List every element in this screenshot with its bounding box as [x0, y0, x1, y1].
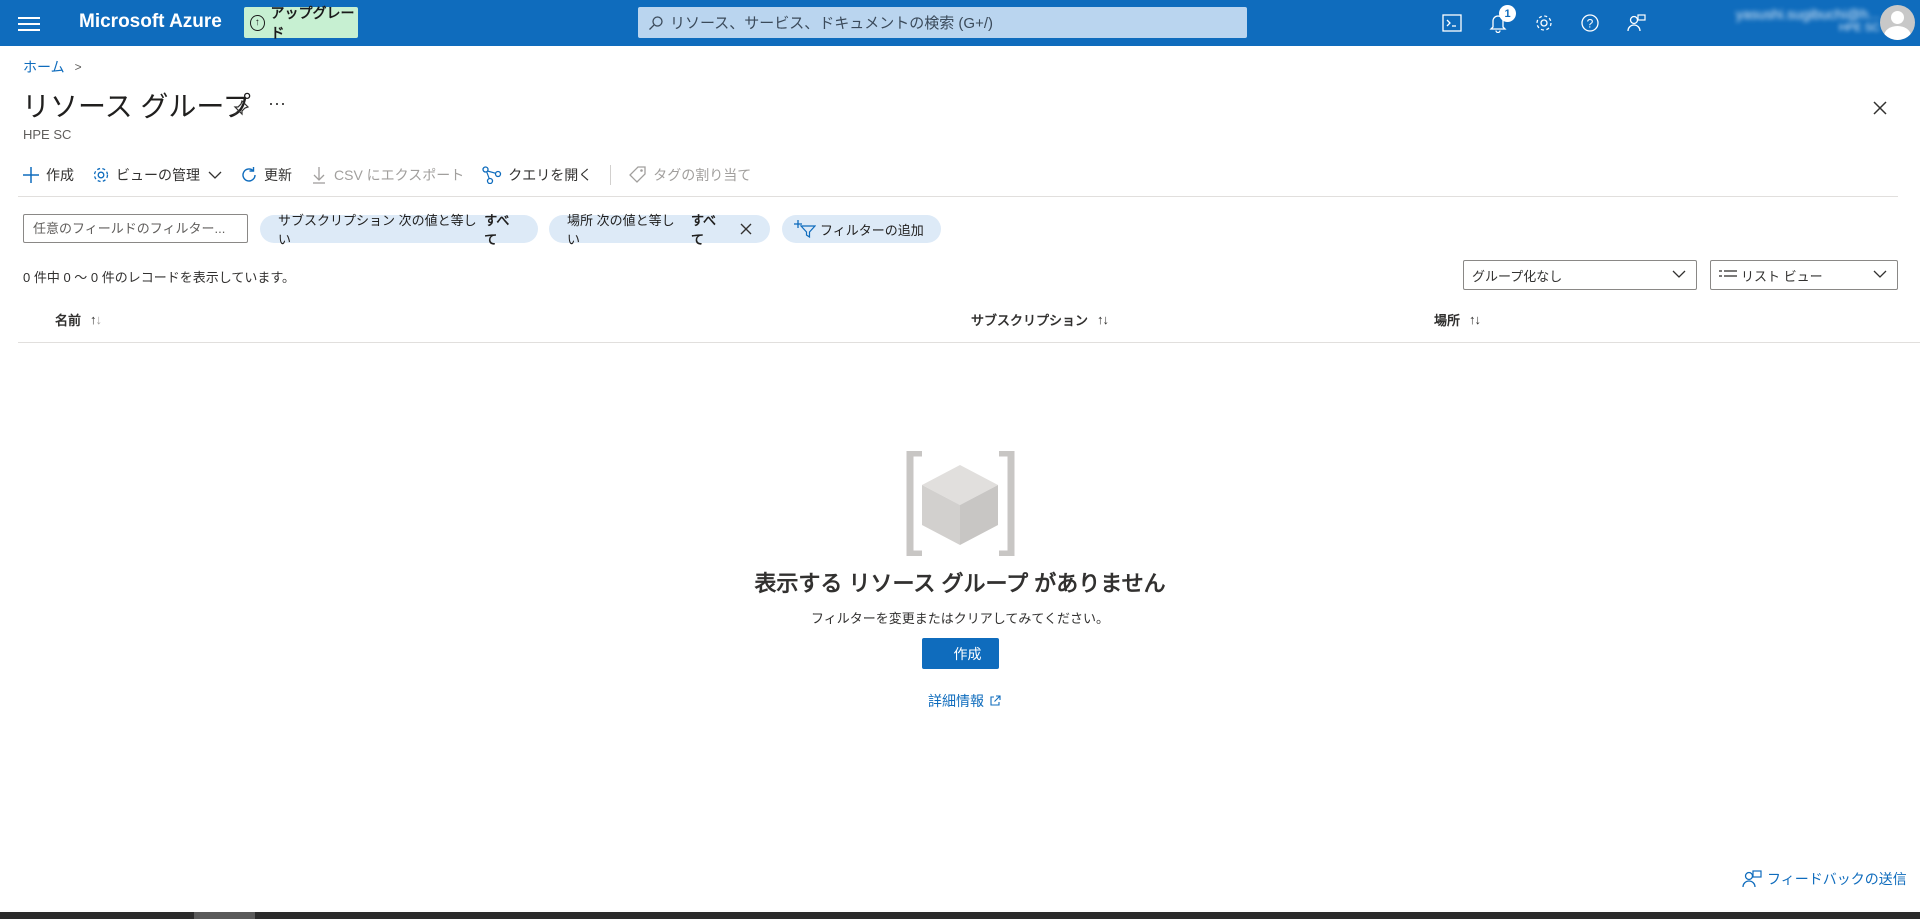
- avatar[interactable]: [1880, 5, 1915, 40]
- manage-view-button[interactable]: ビューの管理: [92, 165, 222, 185]
- chevron-down-icon: [1873, 270, 1887, 278]
- account-directory: HPE SC: [1839, 22, 1880, 34]
- query-icon: [482, 166, 502, 184]
- chevron-right-icon: >: [74, 60, 82, 74]
- grouping-dropdown[interactable]: グループ化なし: [1463, 260, 1697, 290]
- column-header-subscription[interactable]: サブスクリプション ↑↓: [971, 310, 1109, 329]
- learn-more-label: 詳細情報: [928, 693, 984, 709]
- refresh-button[interactable]: 更新: [240, 165, 292, 185]
- subscription-filter-pill[interactable]: サブスクリプション 次の値と等しい すべて: [260, 213, 538, 247]
- cloud-shell-icon[interactable]: [1429, 0, 1475, 46]
- empty-state-create-button[interactable]: 作成: [922, 638, 999, 669]
- svg-text:?: ?: [1587, 17, 1594, 31]
- breadcrumb: ホーム >: [23, 57, 82, 77]
- add-filter-icon: [794, 220, 816, 238]
- plus-icon: [23, 167, 39, 183]
- help-icon[interactable]: ?: [1567, 0, 1613, 46]
- open-query-button[interactable]: クエリを開く: [482, 165, 592, 185]
- remove-filter-icon[interactable]: [740, 223, 752, 235]
- brand-title[interactable]: Microsoft Azure: [79, 11, 222, 33]
- view-dropdown[interactable]: リスト ビュー: [1710, 260, 1898, 290]
- location-filter-pill[interactable]: 場所 次の値と等しい すべて: [549, 213, 770, 247]
- arrow-up-circle-icon: ↑: [250, 14, 265, 31]
- column-header-location[interactable]: 場所 ↑↓: [1434, 310, 1481, 329]
- export-csv-button[interactable]: CSV にエクスポート: [310, 165, 464, 185]
- empty-state-title: 表示する リソース グループ がありません: [754, 571, 1166, 596]
- refresh-label: 更新: [264, 167, 292, 183]
- hamburger-menu-icon[interactable]: [18, 13, 40, 33]
- command-bar: 作成 ビューの管理 更新 CSV にエクスポート クエリを開く タグの割り当て: [22, 162, 769, 188]
- upgrade-label: アップグレード: [270, 4, 355, 41]
- location-filter-label: 場所 次の値と等しい: [567, 213, 675, 247]
- manage-view-label: ビューの管理: [116, 167, 200, 183]
- column-header-name[interactable]: 名前 ↑↓: [55, 310, 102, 329]
- global-search-input[interactable]: リソース、サービス、ドキュメントの検索 (G+/): [638, 7, 1247, 38]
- grouping-selected: グループ化なし: [1472, 268, 1563, 284]
- send-feedback-link[interactable]: フィードバックの送信: [1742, 869, 1907, 889]
- notification-badge: 1: [1499, 5, 1516, 22]
- tag-icon: [629, 166, 646, 183]
- search-placeholder: リソース、サービス、ドキュメントの検索 (G+/): [670, 15, 994, 32]
- create-label: 作成: [46, 167, 74, 183]
- notifications-button[interactable]: 1: [1475, 0, 1521, 46]
- more-options-icon[interactable]: ···: [268, 94, 292, 122]
- toolbar-divider-line: [18, 196, 1898, 197]
- top-icon-group: 1 ?: [1429, 0, 1659, 46]
- page-subtitle: HPE SC: [23, 127, 72, 142]
- create-button[interactable]: 作成: [22, 165, 74, 185]
- page-title: リソース グループ: [22, 91, 251, 122]
- resource-group-icon: [906, 451, 1015, 556]
- scrollbar-thumb[interactable]: [194, 912, 255, 919]
- assign-tags-label: タグの割り当て: [653, 167, 752, 183]
- search-icon: [649, 15, 663, 30]
- feedback-icon[interactable]: [1613, 0, 1659, 46]
- account-menu[interactable]: yasushi.sugibuchi@h... HPE SC: [1680, 4, 1880, 42]
- horizontal-scrollbar[interactable]: [0, 912, 1920, 919]
- open-query-label: クエリを開く: [508, 167, 593, 183]
- add-filter-button[interactable]: フィルターの追加: [782, 215, 941, 243]
- record-count-text: 0 件中 0 ～ 0 件のレコードを表示しています。: [23, 270, 296, 285]
- gear-icon: [93, 167, 109, 183]
- toolbar-divider: [610, 165, 612, 185]
- sort-icon: ↑↓: [1469, 312, 1481, 327]
- column-header-label: サブスクリプション: [971, 313, 1089, 328]
- sort-icon: ↑↓: [1097, 312, 1109, 327]
- list-view-icon: [1719, 270, 1737, 277]
- subscription-filter-value: すべて: [484, 213, 510, 247]
- gear-icon[interactable]: [1521, 0, 1567, 46]
- external-link-icon: [990, 695, 1001, 706]
- download-icon: [313, 167, 325, 184]
- sort-ascending-icon: ↑↓: [90, 312, 102, 327]
- top-bar: Microsoft Azure ↑ アップグレード リソース、サービス、ドキュメ…: [0, 0, 1920, 46]
- empty-state-subtitle: フィルターを変更またはクリアしてみてください。: [811, 611, 1109, 626]
- upgrade-button[interactable]: ↑ アップグレード: [244, 5, 358, 41]
- refresh-icon: [242, 167, 256, 182]
- add-filter-label: フィルターの追加: [820, 222, 924, 238]
- chevron-down-icon: [208, 171, 222, 179]
- field-filter-input[interactable]: 任意のフィールドのフィルター...: [23, 214, 248, 243]
- table-header-divider: [18, 342, 1920, 343]
- location-filter-value: すべて: [690, 213, 717, 247]
- pin-icon[interactable]: [226, 94, 256, 122]
- subscription-filter-label: サブスクリプション 次の値と等しい: [278, 213, 477, 247]
- view-selected: リスト ビュー: [1741, 268, 1823, 284]
- feedback-label: フィードバックの送信: [1767, 871, 1907, 887]
- export-csv-label: CSV にエクスポート: [334, 167, 465, 183]
- breadcrumb-home-link[interactable]: ホーム: [23, 57, 65, 77]
- column-header-label: 名前: [55, 313, 82, 328]
- chevron-down-icon: [1672, 270, 1686, 278]
- account-name: yasushi.sugibuchi@h...: [1735, 6, 1880, 22]
- column-header-label: 場所: [1434, 313, 1461, 328]
- feedback-icon: [1742, 870, 1762, 888]
- assign-tags-button[interactable]: タグの割り当て: [629, 165, 751, 185]
- close-icon[interactable]: [1866, 94, 1894, 122]
- learn-more-link[interactable]: 詳細情報: [928, 691, 1001, 711]
